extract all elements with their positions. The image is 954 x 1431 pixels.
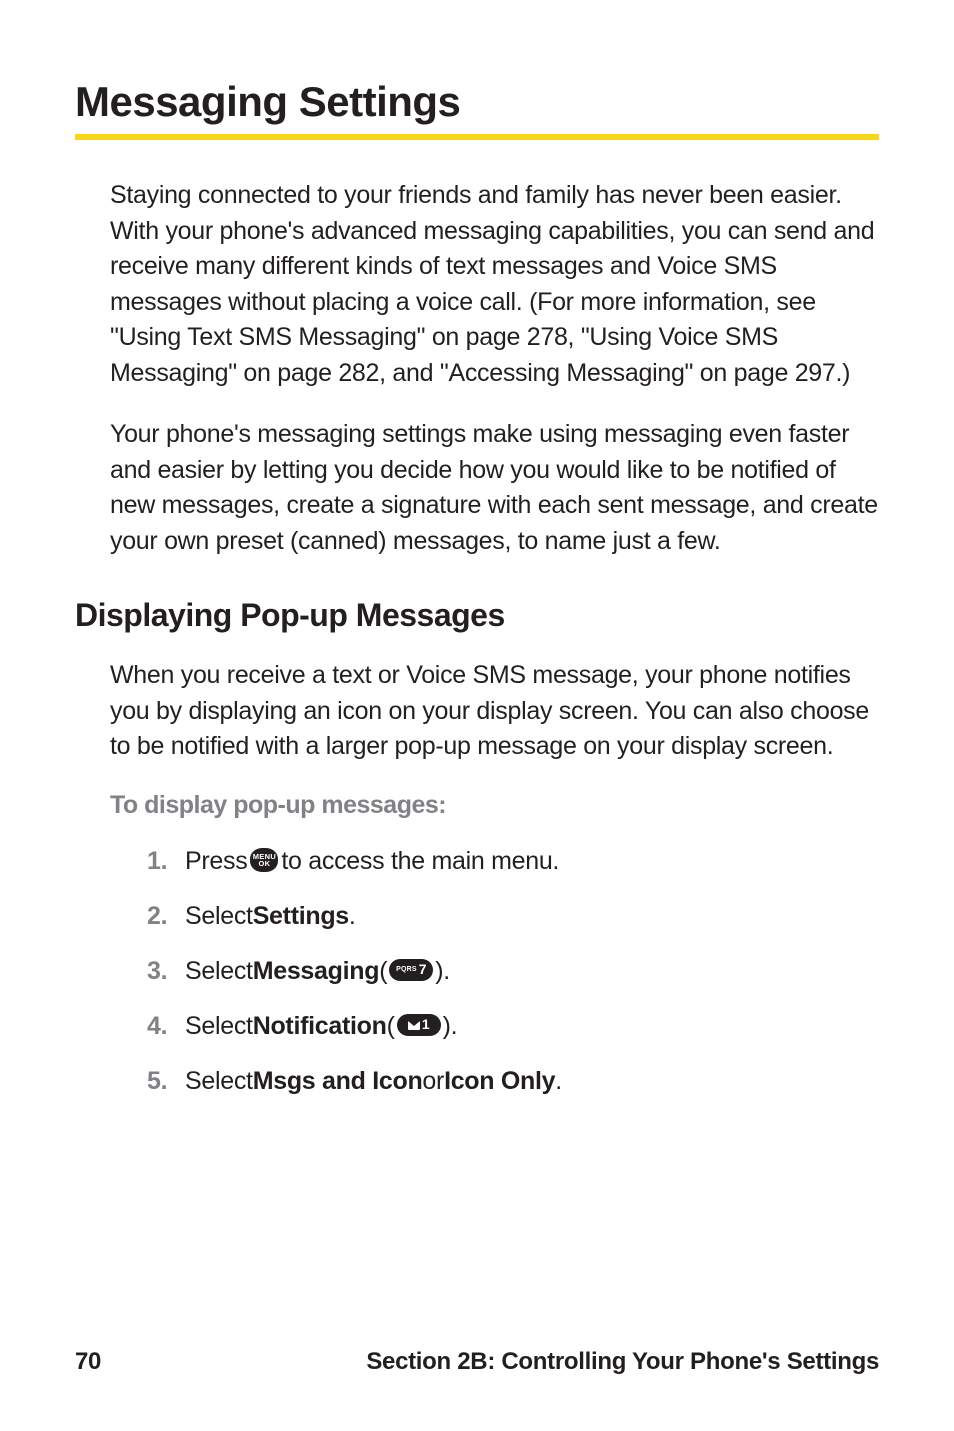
key-number: 1: [422, 1015, 430, 1035]
paren-close: ).: [435, 954, 450, 989]
step-item-1: 1. Press MENU OK to access the main menu…: [147, 844, 879, 879]
step-content: Select Msgs and Icon or Icon Only .: [185, 1064, 562, 1099]
step-number: 4.: [147, 1009, 185, 1044]
page-heading: Messaging Settings: [75, 78, 879, 126]
steps-list: 1. Press MENU OK to access the main menu…: [147, 844, 879, 1099]
step-content: Select Notification ( 1 ).: [185, 1009, 457, 1044]
section-subheading: Displaying Pop-up Messages: [75, 597, 879, 634]
step-text-suffix: .: [349, 899, 356, 934]
step-bold-text-1: Msgs and Icon: [253, 1064, 423, 1099]
menu-ok-key-icon: MENU OK: [250, 848, 278, 872]
instruction-label: To display pop-up messages:: [110, 791, 879, 820]
paren-open: (: [387, 1009, 395, 1044]
step-number: 2.: [147, 899, 185, 934]
step-number: 5.: [147, 1064, 185, 1099]
page-number: 70: [75, 1348, 101, 1376]
step-text-prefix: Select: [185, 1064, 253, 1099]
keypad-1-icon: 1: [397, 1014, 441, 1036]
step-item-4: 4. Select Notification ( 1 ).: [147, 1009, 879, 1044]
step-or-text: or: [422, 1064, 444, 1099]
step-bold-text: Settings: [253, 899, 349, 934]
step-bold-text: Notification: [253, 1009, 387, 1044]
step-item-2: 2. Select Settings .: [147, 899, 879, 934]
step-content: Select Messaging ( PQRS 7 ).: [185, 954, 450, 989]
step-text-prefix: Select: [185, 954, 253, 989]
intro-paragraph-2: Your phone's messaging settings make usi…: [110, 417, 879, 559]
step-text-suffix: .: [555, 1064, 562, 1099]
section-label: Section 2B: Controlling Your Phone's Set…: [366, 1348, 879, 1376]
key-letters: PQRS: [396, 965, 417, 975]
section-paragraph: When you receive a text or Voice SMS mes…: [110, 658, 879, 765]
step-bold-text-2: Icon Only: [444, 1064, 555, 1099]
ok-label: OK: [258, 860, 270, 868]
step-text-suffix: to access the main menu.: [281, 844, 559, 879]
step-text-prefix: Press: [185, 844, 247, 879]
keypad-7-icon: PQRS 7: [389, 959, 433, 981]
key-number: 7: [419, 960, 427, 980]
paren-close: ).: [443, 1009, 458, 1044]
heading-underline: [75, 134, 879, 140]
step-number: 1.: [147, 844, 185, 879]
step-content: Press MENU OK to access the main menu.: [185, 844, 559, 879]
step-content: Select Settings .: [185, 899, 356, 934]
page-footer: 70 Section 2B: Controlling Your Phone's …: [75, 1348, 879, 1376]
envelope-icon: [408, 1021, 420, 1030]
step-number: 3.: [147, 954, 185, 989]
paren-open: (: [379, 954, 387, 989]
step-item-3: 3. Select Messaging ( PQRS 7 ).: [147, 954, 879, 989]
step-bold-text: Messaging: [253, 954, 380, 989]
step-item-5: 5. Select Msgs and Icon or Icon Only .: [147, 1064, 879, 1099]
step-text-prefix: Select: [185, 899, 253, 934]
step-text-prefix: Select: [185, 1009, 253, 1044]
intro-paragraph-1: Staying connected to your friends and fa…: [110, 178, 879, 391]
